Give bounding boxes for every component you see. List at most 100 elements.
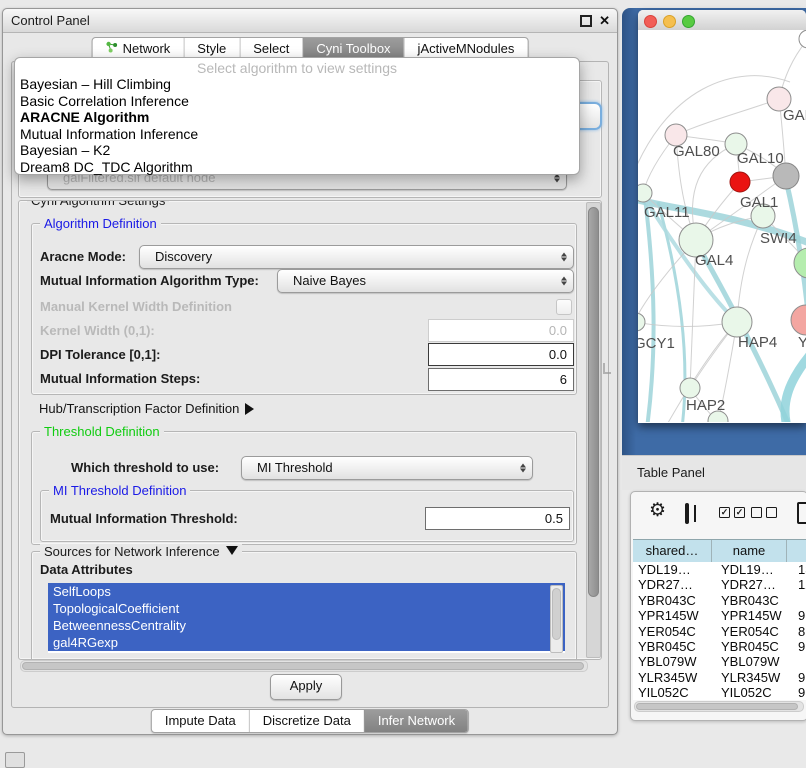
table-column-header[interactable]: shared… [633, 540, 712, 562]
table-cell: YBL079W [716, 654, 795, 669]
table-row[interactable]: YPR145WYPR145W9. [633, 608, 806, 623]
table-row[interactable]: YIL052CYIL052C9 [633, 685, 806, 700]
manual-kernel-width-label: Manual Kernel Width Definition [40, 299, 232, 314]
table-row[interactable]: YDR27…YDR27…12 [633, 577, 806, 592]
table-row[interactable]: YBR045CYBR045C9. [633, 639, 806, 654]
expanded-arrow-icon [226, 546, 238, 561]
network-node[interactable] [799, 30, 806, 48]
dpi-tolerance-field[interactable]: 0.0 [428, 343, 574, 366]
attribute-list-scrollbar[interactable] [550, 585, 563, 653]
columns-icon[interactable] [685, 503, 689, 524]
table-row[interactable]: YDL19…YDL19…13 [633, 562, 806, 577]
network-node-y[interactable] [791, 305, 806, 335]
table-rows: YDL19…YDL19…13YDR27…YDR27…12YBR043CYBR04… [633, 562, 806, 700]
algorithm-option[interactable]: Dream8 DC_TDC Algorithm [15, 159, 579, 176]
algorithm-option[interactable]: Bayesian – Hill Climbing [15, 76, 579, 93]
data-attributes-label: Data Attributes [40, 562, 133, 577]
network-node-label: GAL80 [673, 143, 720, 160]
threshold-definition-title: Threshold Definition [40, 424, 164, 439]
network-window-titlebar [638, 10, 806, 31]
splitter-grip[interactable] [603, 363, 611, 374]
algorithm-dropdown-placeholder: Select algorithm to view settings [15, 60, 579, 76]
algorithm-option[interactable]: Basic Correlation Inference [15, 93, 579, 110]
float-window-icon[interactable] [580, 15, 592, 27]
mi-steps-field[interactable]: 6 [428, 368, 574, 391]
data-attribute-item[interactable]: BetweennessCentrality [48, 617, 565, 634]
table-cell [795, 593, 806, 608]
table-column-header[interactable] [787, 540, 806, 562]
apply-button[interactable]: Apply [270, 674, 342, 700]
network-node-hap2[interactable] [680, 378, 700, 398]
mi-threshold-label: Mutual Information Threshold: [50, 511, 238, 526]
data-attribute-item[interactable]: TopologicalCoefficient [48, 600, 565, 617]
network-node[interactable] [730, 172, 750, 192]
kernel-width-label: Kernel Width (0,1): [40, 323, 155, 338]
table-column-header[interactable]: name [712, 540, 787, 562]
network-node-label: HAP2 [686, 397, 725, 414]
which-threshold-combo[interactable]: MI Threshold [241, 456, 533, 480]
cyni-algorithm-settings-group: Cyni Algorithm Settings Algorithm Defini… [18, 200, 602, 660]
select-all-checkboxes-icon[interactable]: ✓✓ [719, 507, 745, 518]
table-cell: 12 [795, 577, 806, 592]
table-cell [795, 654, 806, 669]
data-attributes-list[interactable]: SelfLoopsTopologicalCoefficientBetweenne… [48, 583, 565, 653]
network-view-window: GALGAL80GAL10GAL1GAL11SWI4GAL4GCY1HAP4YH… [638, 10, 806, 423]
data-attribute-item[interactable]: SelfLoops [48, 583, 565, 600]
tab-discretize-data[interactable]: Discretize Data [249, 710, 364, 732]
data-attribute-item[interactable]: gal4RGexp [48, 634, 565, 651]
network-node-gal11[interactable] [638, 184, 652, 202]
table-cell: 9. [795, 639, 806, 654]
sources-title-text: Sources for Network Inference [44, 544, 220, 559]
network-canvas[interactable]: GALGAL80GAL10GAL1GAL11SWI4GAL4GCY1HAP4YH… [638, 30, 806, 422]
tab-impute-data[interactable]: Impute Data [152, 710, 249, 732]
gear-icon[interactable]: ⚙ [649, 501, 666, 521]
hub-tf-definition-toggle[interactable]: Hub/Transcription Factor Definition [39, 401, 260, 416]
table-row[interactable]: YBL079WYBL079W [633, 654, 806, 669]
mi-threshold-definition-group: MI Threshold Definition Mutual Informati… [40, 490, 574, 542]
table-cell: YER054C [716, 624, 795, 639]
network-node[interactable] [794, 248, 806, 278]
network-node-gcy1[interactable] [638, 313, 645, 331]
network-node-label: GAL10 [737, 150, 784, 167]
settings-horizontal-scrollbar[interactable] [20, 660, 588, 672]
tab-infer-network[interactable]: Infer Network [364, 710, 468, 732]
table-cell: YLR345W [716, 670, 795, 685]
collapsed-panel-icon[interactable] [5, 752, 25, 768]
settings-horizontal-scroll-thumb[interactable] [22, 662, 584, 670]
clear-checkboxes-icon[interactable] [751, 507, 777, 518]
table-row[interactable]: YLR345WYLR345W9. [633, 670, 806, 685]
new-table-icon[interactable] [797, 502, 806, 524]
algorithm-option[interactable]: Mutual Information Inference [15, 126, 579, 143]
mi-steps-label: Mutual Information Steps: [40, 371, 200, 386]
sources-group: Sources for Network Inference Data Attri… [31, 551, 577, 660]
table-horizontal-scroll-thumb[interactable] [636, 703, 798, 710]
network-edge[interactable] [645, 198, 654, 422]
zoom-window-icon[interactable] [682, 15, 695, 28]
network-edge[interactable] [676, 99, 779, 135]
table-row[interactable]: YBR043CYBR043C [633, 593, 806, 608]
settings-vertical-scrollbar[interactable] [586, 202, 601, 658]
combo-stepper-icon [520, 461, 526, 476]
network-node-label: Y [798, 334, 806, 351]
sources-title[interactable]: Sources for Network Inference [40, 544, 242, 561]
algorithm-option[interactable]: Bayesian – K2 [15, 142, 579, 159]
network-node-hap4[interactable] [722, 307, 752, 337]
mi-algorithm-type-combo[interactable]: Naive Bayes [277, 269, 574, 293]
aracne-mode-combo[interactable]: Discovery [139, 245, 574, 269]
table-cell: YIL052C [633, 685, 716, 700]
close-window-icon[interactable] [644, 15, 657, 28]
manual-kernel-width-checkbox[interactable] [556, 299, 572, 315]
table-row[interactable]: YER054CYER054C8. [633, 624, 806, 639]
algorithm-option[interactable]: ARACNE Algorithm [15, 109, 579, 126]
close-panel-icon[interactable]: ✕ [599, 16, 610, 26]
network-view-focus-frame: GALGAL80GAL10GAL1GAL11SWI4GAL4GCY1HAP4YH… [622, 8, 806, 455]
settings-vertical-scroll-thumb[interactable] [588, 207, 599, 597]
table-horizontal-scrollbar[interactable] [634, 701, 804, 712]
which-threshold-label: Which threshold to use: [71, 460, 219, 475]
network-node-label: GCY1 [638, 335, 675, 352]
attribute-list-scroll-thumb[interactable] [552, 588, 561, 640]
mi-threshold-field[interactable]: 0.5 [425, 507, 570, 530]
minimize-window-icon[interactable] [663, 15, 676, 28]
network-edge[interactable] [785, 355, 806, 422]
cyni-bottom-tabbar: Impute DataDiscretize DataInfer Network [151, 709, 469, 733]
